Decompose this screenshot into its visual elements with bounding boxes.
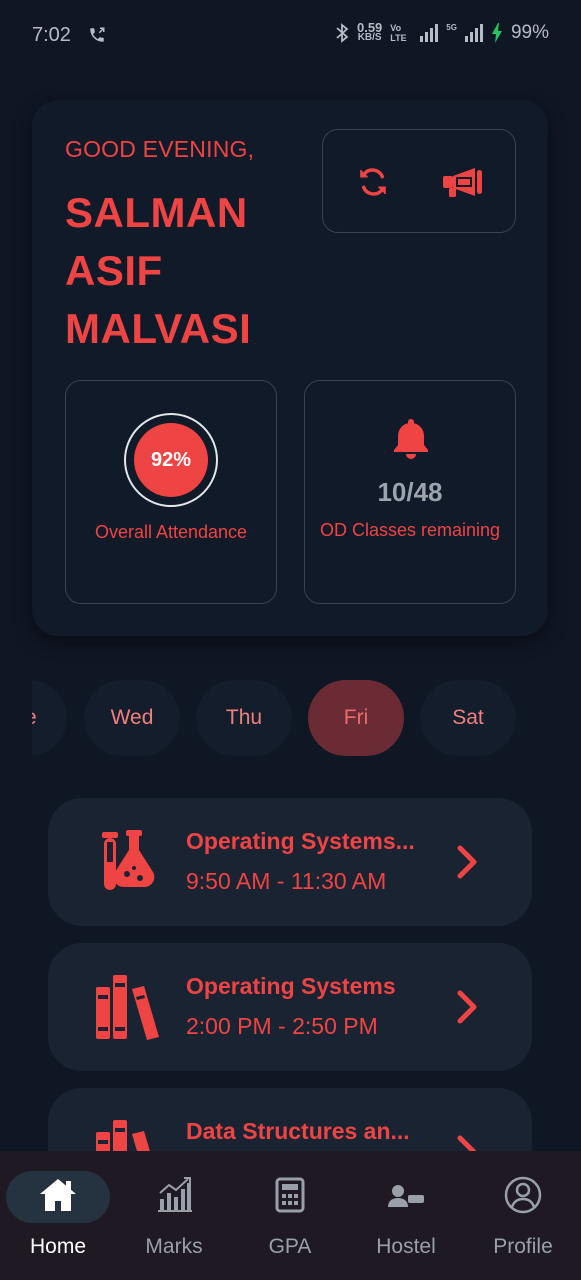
nav-label: Marks — [145, 1235, 203, 1258]
charging-icon — [491, 23, 502, 43]
class-title: Operating Systems... — [186, 828, 415, 854]
nav-item-gpa[interactable]: GPA — [238, 1169, 342, 1269]
refresh-button[interactable] — [351, 160, 395, 204]
call-icon — [90, 27, 105, 42]
signal-icon — [420, 24, 439, 42]
class-card[interactable]: Operating Systems 2:00 PM - 2:50 PM — [48, 943, 532, 1071]
signal-icon-2 — [464, 24, 483, 42]
nav-item-profile[interactable]: Profile — [471, 1169, 575, 1269]
network-type: 5G — [446, 22, 457, 32]
status-bar: 7:02 0.59 KB/S Vo LTE 5G 99% — [0, 0, 581, 70]
chart-icon — [158, 1177, 192, 1212]
class-time: 2:00 PM - 2:50 PM — [186, 1013, 378, 1039]
bottom-navigation: Home Marks GPA Hostel Profile — [0, 1151, 581, 1280]
network-speed: 0.59 KB/S — [356, 20, 383, 43]
nav-item-marks[interactable]: Marks — [122, 1169, 226, 1269]
refresh-icon — [360, 168, 386, 196]
attendance-label: Overall Attendance — [94, 522, 248, 542]
day-tab-tue[interactable]: Tue — [32, 680, 67, 756]
class-title: Data Structures an... — [186, 1118, 410, 1144]
nav-label: Home — [29, 1235, 87, 1258]
nav-item-hostel[interactable]: Hostel — [354, 1169, 458, 1269]
bluetooth-icon — [336, 23, 349, 43]
od-label: OD Classes remaining — [319, 520, 501, 540]
bed-icon — [388, 1185, 424, 1207]
nav-label: Profile — [493, 1235, 553, 1258]
attendance-card[interactable]: 92% Overall Attendance — [65, 380, 277, 604]
volte-indicator: Vo LTE — [390, 23, 407, 43]
greeting-card: GOOD EVENING, SALMAN ASIF MALVASI 92% Ov… — [32, 100, 548, 636]
battery-level: 99% — [510, 22, 549, 43]
books-icon — [96, 975, 159, 1040]
greeting-text: GOOD EVENING, — [65, 136, 255, 162]
day-tab-fri[interactable]: Fri — [308, 680, 404, 756]
class-title: Operating Systems — [186, 973, 396, 999]
calculator-icon — [275, 1177, 305, 1213]
day-tab-sat[interactable]: Sat — [420, 680, 516, 756]
announcements-button[interactable] — [441, 160, 485, 204]
home-screen: 7:02 0.59 KB/S Vo LTE 5G 99% GOOD EVENIN… — [0, 0, 581, 1280]
nav-label: GPA — [268, 1235, 312, 1258]
student-name: SALMAN ASIF MALVASI — [65, 189, 252, 352]
attendance-value: 92% — [134, 423, 208, 497]
nav-label: Hostel — [376, 1235, 436, 1258]
nav-item-home[interactable]: Home — [6, 1169, 110, 1269]
od-count: 10/48 — [377, 477, 443, 507]
class-card[interactable]: Operating Systems... 9:50 AM - 11:30 AM — [48, 798, 532, 926]
class-time: 9:50 AM - 11:30 AM — [186, 868, 387, 894]
status-time: 7:02 — [32, 24, 71, 46]
od-card[interactable]: 10/48 OD Classes remaining — [304, 380, 516, 604]
bell-icon — [394, 419, 428, 459]
lab-flask-icon — [102, 830, 155, 890]
home-icon — [40, 1179, 76, 1211]
quick-actions — [322, 129, 516, 233]
day-tab-wed[interactable]: Wed — [84, 680, 180, 756]
profile-icon — [504, 1176, 542, 1214]
day-tab-thu[interactable]: Thu — [196, 680, 292, 756]
megaphone-icon — [443, 168, 482, 197]
chevron-right-icon — [457, 845, 477, 879]
attendance-ring: 92% — [124, 413, 218, 507]
day-selector: Tue Wed Thu Fri Sat — [32, 680, 581, 756]
chevron-right-icon — [457, 990, 477, 1024]
